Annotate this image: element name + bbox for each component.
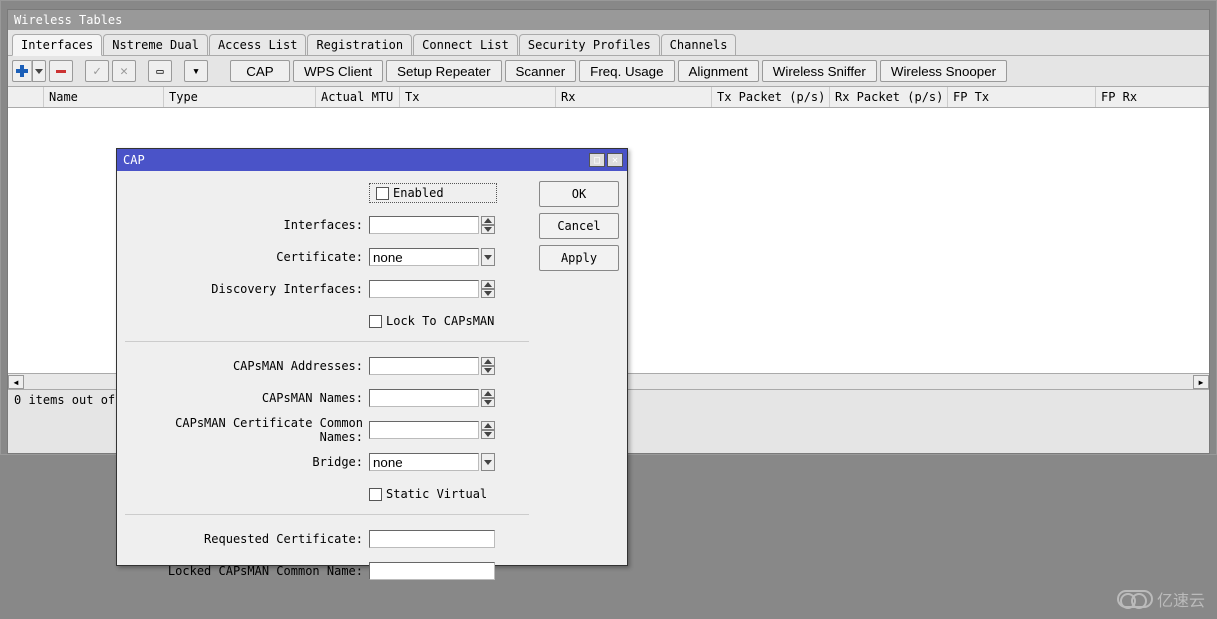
col-flags[interactable] <box>8 87 44 107</box>
cap-titlebar[interactable]: CAP □ ✕ <box>117 149 627 171</box>
addresses-input[interactable] <box>369 357 479 375</box>
cancel-button[interactable]: Cancel <box>539 213 619 239</box>
col-type[interactable]: Type <box>164 87 316 107</box>
plus-icon <box>16 65 28 77</box>
bridge-input[interactable] <box>369 453 479 471</box>
toolbar: ✓ ✕ ▭ ▾ CAP WPS Client Setup Repeater Sc… <box>8 56 1209 87</box>
watermark-text: 亿速云 <box>1157 587 1205 611</box>
minus-icon <box>56 70 66 73</box>
column-headers: Name Type Actual MTU Tx Rx Tx Packet (p/… <box>8 87 1209 108</box>
addresses-label: CAPsMAN Addresses: <box>125 359 369 373</box>
col-mtu[interactable]: Actual MTU <box>316 87 400 107</box>
cap-button[interactable]: CAP <box>230 60 290 82</box>
checkbox-icon <box>376 187 389 200</box>
window-title: Wireless Tables <box>14 13 122 27</box>
setup-repeater-button[interactable]: Setup Repeater <box>386 60 501 82</box>
interfaces-down[interactable] <box>481 225 495 234</box>
col-rx[interactable]: Rx <box>556 87 712 107</box>
tab-registration[interactable]: Registration <box>307 34 412 55</box>
col-name[interactable]: Name <box>44 87 164 107</box>
cert-names-up[interactable] <box>481 421 495 430</box>
interfaces-up[interactable] <box>481 216 495 225</box>
cert-names-label: CAPsMAN Certificate Common Names: <box>125 416 369 444</box>
enabled-label: Enabled <box>393 186 444 200</box>
names-label: CAPsMAN Names: <box>125 391 369 405</box>
discovery-label: Discovery Interfaces: <box>125 282 369 296</box>
scroll-left-button[interactable]: ◂ <box>8 375 24 389</box>
tabs-row: Interfaces Nstreme Dual Access List Regi… <box>8 30 1209 56</box>
freq-usage-button[interactable]: Freq. Usage <box>579 60 674 82</box>
col-rxpacket[interactable]: Rx Packet (p/s) <box>830 87 948 107</box>
scroll-right-button[interactable]: ▸ <box>1193 375 1209 389</box>
addresses-up[interactable] <box>481 357 495 366</box>
certificate-input[interactable] <box>369 248 479 266</box>
discovery-input[interactable] <box>369 280 479 298</box>
alignment-button[interactable]: Alignment <box>678 60 759 82</box>
certificate-label: Certificate: <box>125 250 369 264</box>
funnel-icon: ▾ <box>192 64 200 79</box>
enabled-checkbox[interactable]: Enabled <box>369 183 497 203</box>
watermark: 亿速云 <box>1117 587 1205 611</box>
cap-title: CAP <box>121 153 145 167</box>
lock-label: Lock To CAPsMAN <box>386 314 494 328</box>
wps-client-button[interactable]: WPS Client <box>293 60 383 82</box>
apply-button[interactable]: Apply <box>539 245 619 271</box>
names-input[interactable] <box>369 389 479 407</box>
checkbox-icon <box>369 315 382 328</box>
window-titlebar: Wireless Tables <box>8 10 1209 30</box>
comment-button[interactable]: ▭ <box>148 60 172 82</box>
cert-names-input[interactable] <box>369 421 479 439</box>
col-tx[interactable]: Tx <box>400 87 556 107</box>
x-icon: ✕ <box>120 64 128 79</box>
watermark-logo-icon <box>1117 590 1153 608</box>
dropdown-icon <box>35 69 43 74</box>
filter-button[interactable]: ▾ <box>184 60 208 82</box>
interfaces-input[interactable] <box>369 216 479 234</box>
cap-dialog: CAP □ ✕ Enabled Interfaces: <box>116 148 628 566</box>
interfaces-label: Interfaces: <box>125 218 369 232</box>
checkbox-icon <box>369 488 382 501</box>
tab-interfaces[interactable]: Interfaces <box>12 34 102 56</box>
bridge-dropdown[interactable] <box>481 453 495 471</box>
static-virtual-label: Static Virtual <box>386 487 487 501</box>
certificate-dropdown[interactable] <box>481 248 495 266</box>
status-text: 0 items out of <box>14 393 115 407</box>
locked-cn-input[interactable] <box>369 562 495 580</box>
discovery-up[interactable] <box>481 280 495 289</box>
discovery-down[interactable] <box>481 289 495 298</box>
locked-cn-label: Locked CAPsMAN Common Name: <box>125 564 369 578</box>
cert-names-down[interactable] <box>481 430 495 439</box>
tab-security-profiles[interactable]: Security Profiles <box>519 34 660 55</box>
check-icon: ✓ <box>93 64 101 79</box>
tab-connect-list[interactable]: Connect List <box>413 34 518 55</box>
addresses-down[interactable] <box>481 366 495 375</box>
names-up[interactable] <box>481 389 495 398</box>
remove-button[interactable] <box>49 60 73 82</box>
bridge-label: Bridge: <box>125 455 369 469</box>
add-button[interactable] <box>12 60 46 82</box>
tab-channels[interactable]: Channels <box>661 34 737 55</box>
ok-button[interactable]: OK <box>539 181 619 207</box>
col-fptx[interactable]: FP Tx <box>948 87 1096 107</box>
static-virtual-checkbox[interactable]: Static Virtual <box>369 487 487 501</box>
wireless-snooper-button[interactable]: Wireless Snooper <box>880 60 1007 82</box>
lock-checkbox[interactable]: Lock To CAPsMAN <box>369 314 494 328</box>
comment-icon: ▭ <box>156 64 163 78</box>
maximize-button[interactable]: □ <box>589 153 605 167</box>
close-button[interactable]: ✕ <box>607 153 623 167</box>
enable-button[interactable]: ✓ <box>85 60 109 82</box>
col-txpacket[interactable]: Tx Packet (p/s) <box>712 87 830 107</box>
req-cert-label: Requested Certificate: <box>125 532 369 546</box>
disable-button[interactable]: ✕ <box>112 60 136 82</box>
scanner-button[interactable]: Scanner <box>505 60 577 82</box>
req-cert-input[interactable] <box>369 530 495 548</box>
wireless-sniffer-button[interactable]: Wireless Sniffer <box>762 60 877 82</box>
tab-access-list[interactable]: Access List <box>209 34 306 55</box>
tab-nstreme-dual[interactable]: Nstreme Dual <box>103 34 208 55</box>
names-down[interactable] <box>481 398 495 407</box>
col-fprx[interactable]: FP Rx <box>1096 87 1209 107</box>
